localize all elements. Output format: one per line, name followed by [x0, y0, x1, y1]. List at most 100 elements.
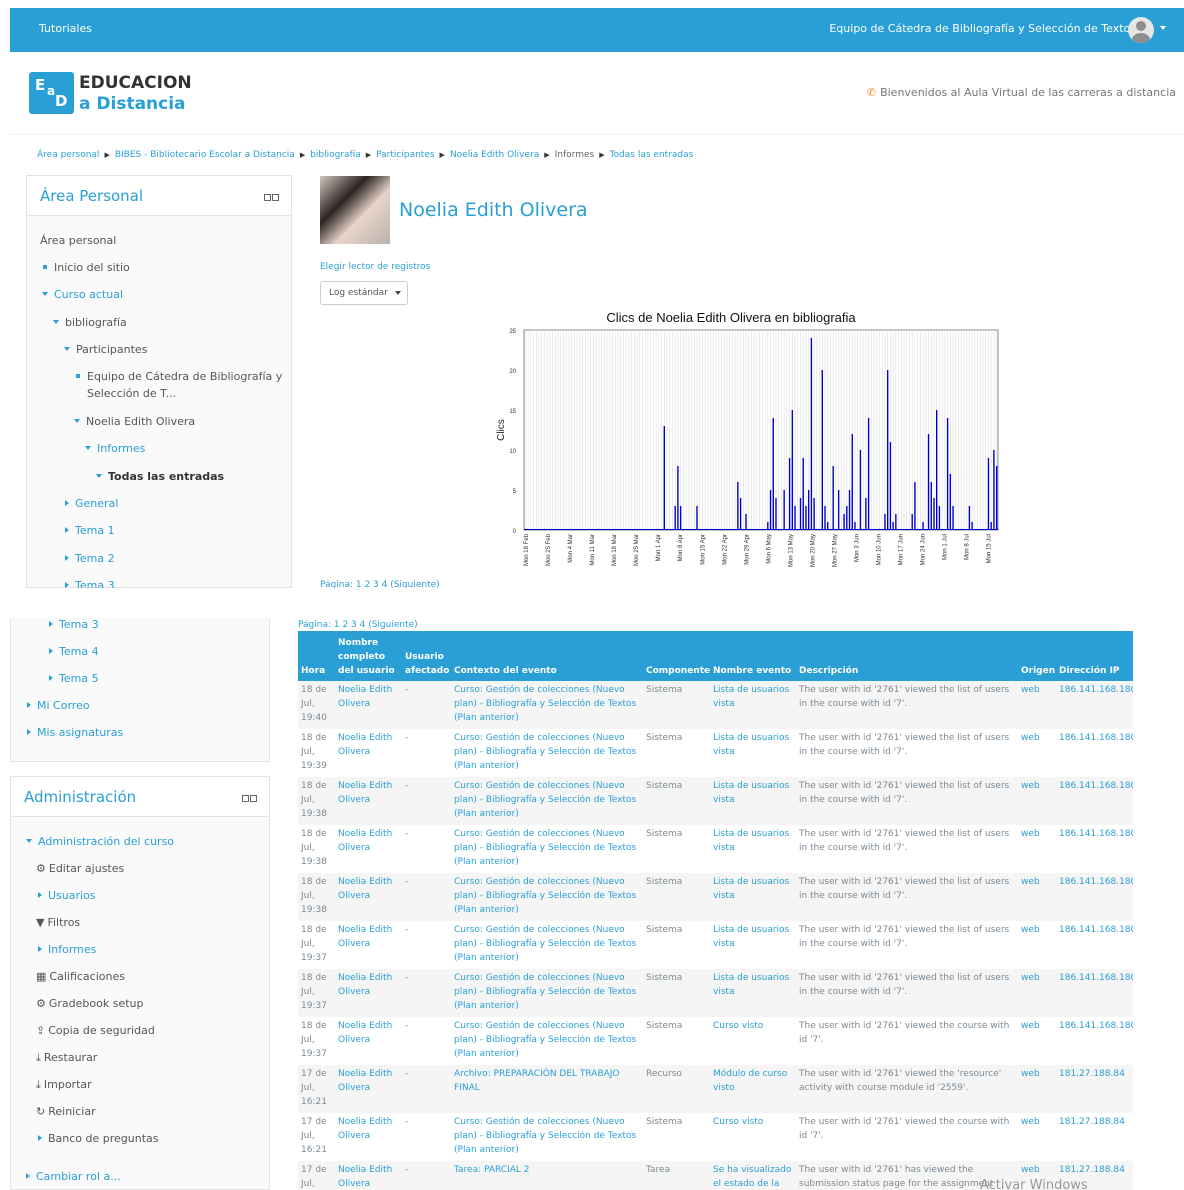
profile-name[interactable]: Noelia Edith Olivera	[399, 199, 588, 221]
cell-contexto[interactable]: Curso: Gestión de colecciones (Nuevo pla…	[451, 873, 643, 921]
pagination-top[interactable]: Página: 1 2 3 4 (Siguiente)	[320, 580, 440, 588]
col-nombre[interactable]: Nombre completo del usuario	[335, 631, 402, 681]
col-nombre-evento[interactable]: Nombre evento	[710, 631, 796, 681]
cell-ip[interactable]: 186.141.168.180	[1056, 1017, 1133, 1065]
log-reader-select[interactable]: Log estándar	[320, 281, 408, 305]
cell-nombre[interactable]: Noelia Edith Olivera	[335, 873, 402, 921]
tutoriales-link[interactable]: Tutoriales	[39, 22, 92, 35]
breadcrumb-item[interactable]: Informes	[555, 150, 595, 160]
cell-nombre-evento[interactable]: Módulo de curso visto	[710, 1065, 796, 1113]
nav-informes[interactable]: Informes	[85, 442, 145, 455]
cell-nombre[interactable]: Noelia Edith Olivera	[335, 729, 402, 777]
nav-curso-actual[interactable]: Curso actual	[42, 288, 123, 301]
cell-ip[interactable]: 186.141.168.180	[1056, 825, 1133, 873]
cell-nombre[interactable]: Noelia Edith Olivera	[335, 825, 402, 873]
cell-contexto[interactable]: Curso: Gestión de colecciones (Nuevo pla…	[451, 825, 643, 873]
cell-ip[interactable]: 181.27.188.84	[1056, 1113, 1133, 1161]
cell-nombre-evento[interactable]: Lista de usuarios vista	[710, 777, 796, 825]
col-componente[interactable]: Componente	[643, 631, 710, 681]
cell-nombre[interactable]: Noelia Edith Olivera	[335, 681, 402, 729]
nav-tema-1[interactable]: Tema 1	[65, 524, 115, 537]
cell-nombre[interactable]: Noelia Edith Olivera	[335, 777, 402, 825]
cell-nombre-evento[interactable]: Curso visto	[710, 1017, 796, 1065]
col-usuario-afectado[interactable]: Usuario afectado	[402, 631, 451, 681]
nav-mi-correo[interactable]: Mi Correo	[27, 699, 90, 712]
breadcrumb-item[interactable]: Noelia Edith Olivera	[450, 150, 539, 160]
admin-cambiar-rol[interactable]: Cambiar rol a...	[26, 1170, 121, 1183]
pagination[interactable]: Página: 1 2 3 4 (Siguiente)	[298, 620, 418, 630]
cell-nombre[interactable]: Noelia Edith Olivera	[335, 921, 402, 969]
cell-contexto[interactable]: Tarea: PARCIAL 2	[451, 1161, 643, 1190]
cell-ip[interactable]: 186.141.168.180	[1056, 777, 1133, 825]
cell-ip[interactable]: 186.141.168.180	[1056, 681, 1133, 729]
cell-ip[interactable]: 181.27.188.84	[1056, 1065, 1133, 1113]
dock-block-icon[interactable]	[241, 792, 259, 802]
cell-ip[interactable]: 186.141.168.180	[1056, 921, 1133, 969]
cell-contexto[interactable]: Archivo: PREPARACIÓN DEL TRABAJO FINAL	[451, 1065, 643, 1113]
cell-nombre[interactable]: Noelia Edith Olivera	[335, 1161, 402, 1190]
nav-tema-5[interactable]: Tema 5	[49, 672, 99, 685]
cell-contexto[interactable]: Curso: Gestión de colecciones (Nuevo pla…	[451, 921, 643, 969]
breadcrumb-item[interactable]: Área personal	[37, 150, 99, 160]
nav-inicio-sitio[interactable]: Inicio del sitio	[43, 261, 130, 274]
cell-contexto[interactable]: Curso: Gestión de colecciones (Nuevo pla…	[451, 681, 643, 729]
nav-bibliografia[interactable]: bibliografía	[53, 316, 127, 329]
col-descripcion[interactable]: Descripción	[796, 631, 1018, 681]
nav-area-personal[interactable]: Área personal	[40, 234, 116, 247]
cell-contexto[interactable]: Curso: Gestión de colecciones (Nuevo pla…	[451, 969, 643, 1017]
nav-todas-entradas[interactable]: Todas las entradas	[96, 470, 224, 483]
nav-equipo-catedra-cont[interactable]: Selección de T...	[87, 387, 176, 400]
cell-ip[interactable]: 186.141.168.180	[1056, 729, 1133, 777]
nav-tema-2[interactable]: Tema 2	[65, 552, 115, 565]
site-logo[interactable]: E a D	[29, 72, 74, 114]
dock-block-icon[interactable]	[263, 191, 281, 201]
col-contexto[interactable]: Contexto del evento	[451, 631, 643, 681]
cell-nombre-evento[interactable]: Lista de usuarios vista	[710, 969, 796, 1017]
cell-ip[interactable]: 186.141.168.180	[1056, 969, 1133, 1017]
admin-copia-seguridad[interactable]: ⇪ Copia de seguridad	[36, 1024, 155, 1037]
col-origen[interactable]: Origen	[1018, 631, 1056, 681]
user-menu-name[interactable]: Equipo de Cátedra de Bibliografía y Sele…	[829, 22, 1136, 35]
col-hora[interactable]: Hora	[298, 631, 335, 681]
breadcrumb-item[interactable]: Participantes	[376, 150, 434, 160]
admin-gradebook-setup[interactable]: ⚙ Gradebook setup	[36, 997, 144, 1010]
nav-tema-4[interactable]: Tema 4	[49, 645, 99, 658]
cell-nombre-evento[interactable]: Curso visto	[710, 1113, 796, 1161]
cell-nombre[interactable]: Noelia Edith Olivera	[335, 1113, 402, 1161]
cell-nombre-evento[interactable]: Lista de usuarios vista	[710, 681, 796, 729]
cell-nombre-evento[interactable]: Lista de usuarios vista	[710, 825, 796, 873]
admin-usuarios[interactable]: Usuarios	[38, 889, 96, 902]
breadcrumb-item[interactable]: BIBES - Bibliotecario Escolar a Distanci…	[115, 150, 295, 160]
cell-contexto[interactable]: Curso: Gestión de colecciones (Nuevo pla…	[451, 729, 643, 777]
admin-calificaciones[interactable]: ▦ Calificaciones	[36, 970, 125, 983]
admin-banco-preguntas[interactable]: Banco de preguntas	[38, 1132, 159, 1145]
nav-tema-3[interactable]: Tema 3	[65, 579, 115, 588]
breadcrumb-item[interactable]: bibliografía	[310, 150, 361, 160]
user-avatar-icon[interactable]	[1128, 17, 1154, 43]
nav-equipo-catedra[interactable]: Equipo de Cátedra de Bibliografía y	[76, 370, 282, 383]
cell-nombre[interactable]: Noelia Edith Olivera	[335, 969, 402, 1017]
admin-curso[interactable]: Administración del curso	[26, 835, 174, 848]
cell-contexto[interactable]: Curso: Gestión de colecciones (Nuevo pla…	[451, 1017, 643, 1065]
caret-down-icon[interactable]	[1160, 26, 1166, 30]
admin-editar-ajustes[interactable]: ⚙ Editar ajustes	[36, 862, 124, 875]
nav-general[interactable]: General	[65, 497, 118, 510]
cell-nombre[interactable]: Noelia Edith Olivera	[335, 1017, 402, 1065]
cell-nombre-evento[interactable]: Lista de usuarios vista	[710, 873, 796, 921]
cell-nombre-evento[interactable]: Lista de usuarios vista	[710, 729, 796, 777]
breadcrumb-current[interactable]: Todas las entradas	[610, 150, 694, 160]
cell-contexto[interactable]: Curso: Gestión de colecciones (Nuevo pla…	[451, 777, 643, 825]
admin-filtros[interactable]: ▼ Filtros	[36, 916, 80, 929]
nav-mis-asignaturas[interactable]: Mis asignaturas	[27, 726, 123, 739]
admin-importar[interactable]: ⤓ Importar	[36, 1078, 92, 1092]
admin-restaurar[interactable]: ⤓ Restaurar	[36, 1051, 97, 1065]
nav-noelia[interactable]: Noelia Edith Olivera	[74, 415, 195, 428]
nav-tema-3[interactable]: Tema 3	[49, 618, 99, 631]
col-ip[interactable]: Dirección IP	[1056, 631, 1133, 681]
cell-ip[interactable]: 186.141.168.180	[1056, 873, 1133, 921]
cell-nombre[interactable]: Noelia Edith Olivera	[335, 1065, 402, 1113]
nav-participantes[interactable]: Participantes	[64, 343, 147, 356]
cell-contexto[interactable]: Curso: Gestión de colecciones (Nuevo pla…	[451, 1113, 643, 1161]
profile-picture[interactable]	[320, 176, 390, 244]
cell-nombre-evento[interactable]: Se ha visualizado el estado de la	[710, 1161, 796, 1190]
